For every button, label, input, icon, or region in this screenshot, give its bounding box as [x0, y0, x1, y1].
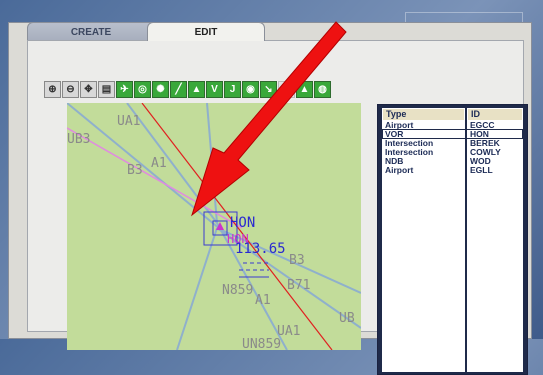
airway-label-ub: UB — [339, 311, 355, 326]
list-item-type: Airport — [385, 165, 414, 175]
zoom-out-icon[interactable]: ⊖ — [62, 81, 79, 98]
tab-create[interactable]: CREATE — [27, 22, 155, 41]
tab-edit[interactable]: EDIT — [147, 22, 265, 41]
route-line-magenta — [67, 127, 243, 229]
airway-line — [67, 103, 238, 244]
waypoint-list: Type ID Airport EGCC VOR HON Intersection BER… — [377, 104, 528, 375]
airway-label-a1-bottom: A1 — [255, 293, 271, 308]
airway-line — [206, 103, 218, 224]
w-icon: W — [278, 81, 295, 98]
v-icon[interactable]: V — [206, 81, 223, 98]
map-view[interactable]: UA1 UB3 B3 A1 HON HON 113.65 B3 N859 B71… — [67, 103, 361, 350]
airway-label-a1-top: A1 — [151, 156, 167, 171]
waypoint-icon[interactable]: ◉ — [242, 81, 259, 98]
edit-panel: ⊕ ⊖ ✥ ▤ ✈ ◎ ✺ ╱ ▲ V J ◉ ↘ W ▲ ◍ UA1 UB3 … — [27, 40, 528, 375]
airway-label-ua1-top: UA1 — [117, 114, 140, 129]
terrain-icon[interactable]: ▲ — [296, 81, 313, 98]
globe-icon[interactable]: ◍ — [314, 81, 331, 98]
intersection-icon[interactable]: ▲ — [188, 81, 205, 98]
print-icon[interactable]: ▤ — [98, 81, 115, 98]
vor-frequency-label: 113.65 — [235, 241, 286, 257]
map-canvas: UA1 UB3 B3 A1 HON HON 113.65 B3 N859 B71… — [67, 103, 361, 350]
vor-label-hon: HON — [230, 215, 255, 231]
airport-icon[interactable]: ✈ — [116, 81, 133, 98]
link-icon[interactable]: ↘ — [260, 81, 277, 98]
vor-icon[interactable]: ◎ — [134, 81, 151, 98]
ndb-icon[interactable]: ✺ — [152, 81, 169, 98]
airway-label-b3-right: B3 — [289, 253, 305, 268]
airway-label-ub3: UB3 — [67, 132, 90, 147]
airway-label-b71: B71 — [287, 278, 310, 293]
center-icon[interactable]: ✥ — [80, 81, 97, 98]
list-item-id: EGLL — [470, 165, 493, 175]
airway-label-n859: N859 — [222, 283, 253, 298]
route-icon[interactable]: ╱ — [170, 81, 187, 98]
airway-label-b3-left: B3 — [127, 163, 143, 178]
airway-line — [176, 227, 218, 350]
waypoint-list-body: Type ID Airport EGCC VOR HON Intersection BER… — [382, 108, 523, 372]
list-item[interactable]: Airport EGLL — [382, 165, 523, 175]
column-header-type[interactable]: Type — [383, 109, 464, 120]
j-icon[interactable]: J — [224, 81, 241, 98]
zoom-in-icon[interactable]: ⊕ — [44, 81, 61, 98]
column-header-id[interactable]: ID — [468, 109, 522, 120]
map-toolbar: ⊕ ⊖ ✥ ▤ ✈ ◎ ✺ ╱ ▲ V J ◉ ↘ W ▲ ◍ — [44, 81, 331, 99]
editor-window: CREATE EDIT ⊕ ⊖ ✥ ▤ ✈ ◎ ✺ ╱ ▲ V J ◉ ↘ W ▲ ◍ — [8, 22, 532, 375]
